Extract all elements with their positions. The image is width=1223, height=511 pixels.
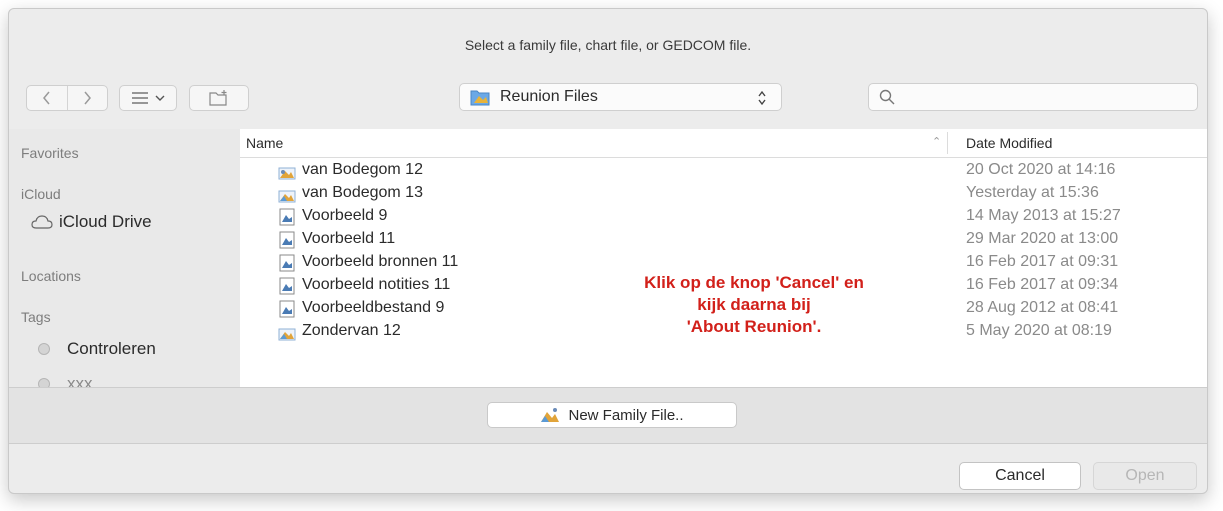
chart-file-icon: [279, 231, 295, 249]
file-list: Name ⌃ Date Modified van Bodegom 12 20 O…: [240, 129, 1207, 387]
new-folder-button[interactable]: [189, 85, 249, 111]
chevron-left-icon: [42, 91, 50, 105]
file-name: van Bodegom 13: [302, 184, 423, 201]
dialog-prompt: Select a family file, chart file, or GED…: [464, 37, 752, 53]
chart-file-icon: [279, 277, 295, 295]
new-family-file-icon: [541, 408, 560, 422]
popup-arrows-icon: [758, 90, 766, 106]
file-name: Voorbeeld notities 11: [302, 276, 451, 293]
chart-file-icon: [279, 300, 295, 318]
sidebar-section-locations: Locations: [21, 268, 81, 284]
file-date: Yesterday at 15:36: [966, 184, 1099, 201]
annotation-line: Klik op de knop 'Cancel' en: [644, 273, 864, 292]
file-date: 28 Aug 2012 at 08:41: [966, 299, 1119, 316]
location-label: Reunion Files: [500, 88, 598, 105]
column-header-date[interactable]: Date Modified: [966, 135, 1052, 151]
file-date: 20 Oct 2020 at 14:16: [966, 161, 1116, 178]
new-family-file-button[interactable]: New Family File..: [487, 402, 737, 428]
file-date: 29 Mar 2020 at 13:00: [966, 230, 1119, 247]
tag-circle-icon: [38, 378, 50, 387]
sidebar-item-icloud-drive[interactable]: iCloud Drive: [31, 212, 152, 232]
reunion-folder-icon: [470, 90, 490, 106]
tag-circle-icon: [38, 343, 50, 355]
chart-file-icon: [279, 254, 295, 272]
file-date: 14 May 2013 at 15:27: [966, 207, 1121, 224]
chevron-right-icon: [84, 91, 92, 105]
open-button[interactable]: Open: [1093, 462, 1197, 490]
file-date: 16 Feb 2017 at 09:34: [966, 276, 1119, 293]
column-divider[interactable]: [947, 132, 948, 154]
sidebar: Favorites iCloud iCloud Drive Locations …: [9, 129, 240, 387]
file-row[interactable]: Voorbeeld bronnen 11 16 Feb 2017 at 09:3…: [240, 251, 1207, 274]
file-name: Voorbeeldbestand 9: [302, 299, 445, 316]
nav-buttons: [26, 85, 108, 111]
annotation-line: 'About Reunion'.: [686, 317, 822, 336]
sidebar-item-tag-xxx[interactable]: xxx: [31, 374, 93, 387]
view-options-button[interactable]: [119, 85, 177, 111]
sidebar-item-label: Controleren: [67, 339, 156, 358]
list-view-icon: [131, 92, 148, 104]
file-date: 16 Feb 2017 at 09:31: [966, 253, 1119, 270]
file-name: Voorbeeld 11: [302, 230, 396, 247]
sidebar-item-tag-controleren[interactable]: Controleren: [31, 339, 156, 359]
file-row[interactable]: Voorbeeld 11 29 Mar 2020 at 13:00: [240, 228, 1207, 251]
column-header-row: Name ⌃ Date Modified: [240, 129, 1207, 158]
new-folder-icon: [209, 90, 227, 106]
family-file-icon: [278, 190, 296, 203]
file-name: van Bodegom 12: [302, 161, 423, 178]
location-popup[interactable]: Reunion Files: [459, 83, 782, 111]
annotation-line: kijk daarna bij: [697, 295, 811, 314]
file-row[interactable]: van Bodegom 13 Yesterday at 15:36: [240, 182, 1207, 205]
file-date: 5 May 2020 at 08:19: [966, 322, 1112, 339]
sidebar-section-tags: Tags: [21, 309, 51, 325]
cloud-icon: [31, 215, 53, 229]
file-name: Zondervan 12: [302, 322, 401, 339]
chevron-down-icon: [155, 95, 164, 101]
search-input[interactable]: [903, 88, 1197, 106]
back-button[interactable]: [27, 86, 67, 110]
column-header-name[interactable]: Name: [246, 135, 283, 151]
search-icon: [879, 89, 895, 105]
file-name: Voorbeeld bronnen 11: [302, 253, 459, 270]
sidebar-item-label: iCloud Drive: [59, 212, 152, 231]
sidebar-section-icloud: iCloud: [21, 186, 61, 202]
sort-indicator-icon: ⌃: [932, 136, 942, 148]
family-file-icon: [278, 167, 296, 180]
cancel-button[interactable]: Cancel: [959, 462, 1081, 490]
open-file-dialog: Select a family file, chart file, or GED…: [8, 8, 1208, 494]
file-row[interactable]: van Bodegom 12 20 Oct 2020 at 14:16: [240, 159, 1207, 182]
search-field[interactable]: [868, 83, 1198, 111]
forward-button[interactable]: [68, 86, 108, 110]
sidebar-section-favorites: Favorites: [21, 145, 79, 161]
new-family-file-label: New Family File..: [568, 406, 684, 424]
family-file-icon: [278, 328, 296, 341]
chart-file-icon: [279, 208, 295, 226]
sidebar-item-label: xxx: [67, 374, 93, 387]
file-row[interactable]: Voorbeeld 9 14 May 2013 at 15:27: [240, 205, 1207, 228]
file-name: Voorbeeld 9: [302, 207, 388, 224]
instruction-annotation: Klik op de knop 'Cancel' en kijk daarna …: [589, 272, 919, 338]
